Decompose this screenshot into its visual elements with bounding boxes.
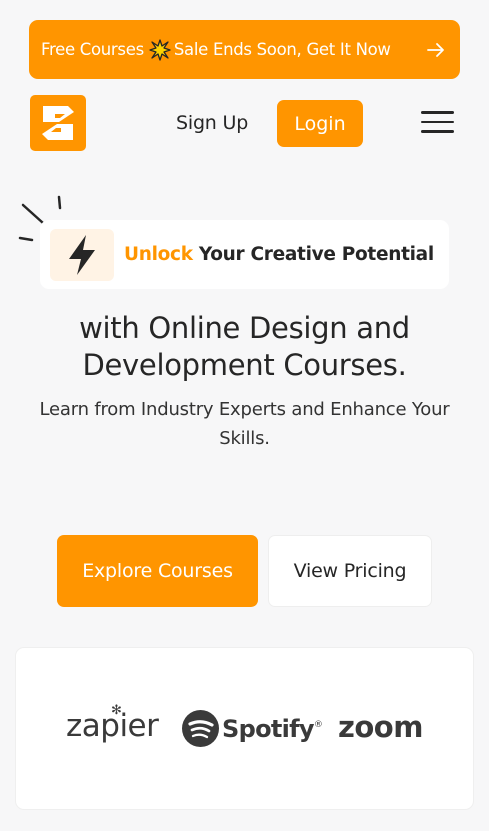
hero-headline-line1: with Online Design and (79, 311, 410, 345)
hero-tagline-pill: Unlock Your Creative Potential (40, 220, 449, 289)
view-pricing-button[interactable]: View Pricing (268, 535, 432, 607)
brand-logo-icon[interactable] (30, 95, 86, 151)
promo-banner-text-start: Free Courses (41, 40, 144, 59)
registered-mark: ® (313, 719, 323, 730)
spotify-logo-text: Spotify (222, 714, 315, 743)
hamburger-menu-icon[interactable] (421, 111, 454, 135)
login-button[interactable]: Login (277, 100, 363, 147)
promo-banner-text: Free Courses Sale Ends Soon, Get It Now (41, 38, 391, 61)
promo-banner[interactable]: Free Courses Sale Ends Soon, Get It Now (29, 20, 460, 79)
promo-banner-text-end: Sale Ends Soon, Get It Now (173, 40, 391, 59)
hero-headline: with Online Design and Development Cours… (0, 310, 489, 384)
hero-tagline: Unlock Your Creative Potential (124, 244, 434, 265)
spotify-logo: Spotify ® (182, 710, 323, 747)
partner-logos-panel: zapier ✻ Spotify ® zoom (15, 647, 474, 810)
spotify-icon (182, 710, 219, 747)
hero-tagline-accent: Unlock (124, 244, 193, 265)
hero-subtext: Learn from Industry Experts and Enhance … (39, 399, 450, 449)
asterisk-icon: ✻ (111, 703, 122, 718)
hero-headline-line2: Development Courses. (82, 348, 407, 382)
lightning-bolt-icon (50, 228, 114, 281)
zapier-logo: zapier ✻ (66, 703, 159, 744)
sparkle-burst-icon (149, 38, 171, 61)
hero-tagline-rest: Your Creative Potential (192, 244, 434, 265)
explore-courses-button[interactable]: Explore Courses (57, 535, 258, 607)
sign-up-link[interactable]: Sign Up (176, 109, 248, 137)
arrow-right-icon (426, 40, 446, 60)
zoom-logo: zoom (338, 710, 423, 744)
